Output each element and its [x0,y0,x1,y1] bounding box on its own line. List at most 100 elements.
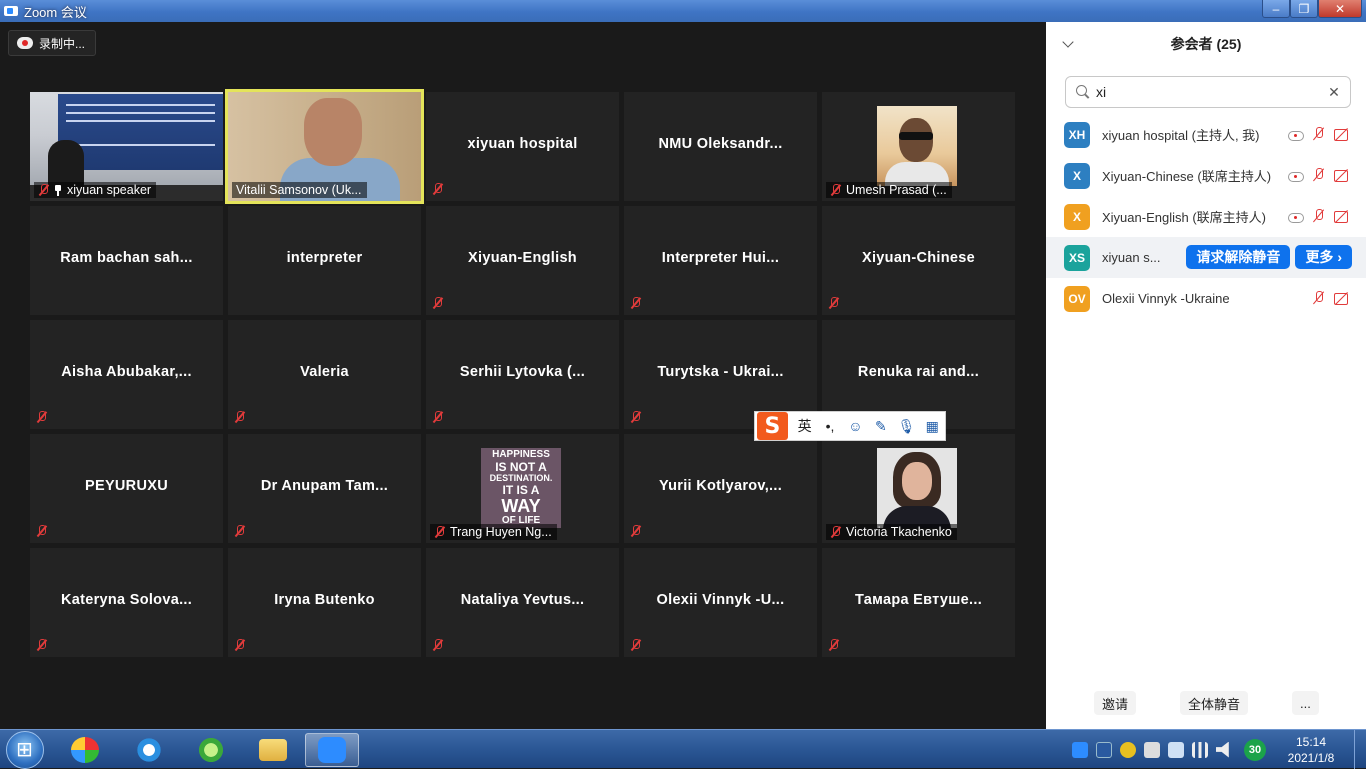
more-button[interactable]: 更多 › [1295,245,1352,269]
zoom-tray-icon[interactable] [1072,741,1088,758]
restore-button[interactable]: ❐ [1290,0,1318,18]
clear-search-icon[interactable]: ✕ [1328,85,1340,99]
signal-icon[interactable] [1192,741,1208,758]
mic-muted-icon [432,411,443,423]
video-tile[interactable]: Aisha Abubakar,... [30,320,223,429]
system-clock[interactable]: 15:14 2021/1/8 [1274,734,1348,766]
ime-punct-toggle[interactable]: •, [822,417,837,435]
taskbar-app-browser[interactable] [184,733,238,767]
camera-off-icon[interactable] [1334,168,1352,182]
video-tile[interactable]: Serhii Lytovka (... [426,320,619,429]
grid-icon[interactable]: ▦ [925,417,940,435]
sunglasses [899,132,933,140]
mic-muted-icon[interactable] [1312,168,1326,182]
video-tile[interactable]: xiyuan speaker [30,92,223,201]
mic-muted-icon [630,639,641,651]
participant-row[interactable]: X Xiyuan-Chinese (联席主持人) [1046,155,1366,196]
sogou-logo-icon[interactable]: S [757,412,788,440]
video-tile[interactable]: Nataliya Yevtus... [426,548,619,657]
participant-row[interactable]: X Xiyuan-English (联席主持人) [1046,196,1366,237]
camera-off-icon[interactable] [1334,291,1352,305]
cloud-record-icon [1288,170,1304,182]
volume-icon[interactable] [1216,741,1229,758]
emoji-icon[interactable]: ☺ [848,417,863,435]
mute-all-button[interactable]: 全体静音 [1180,691,1249,715]
video-tile[interactable]: Xiyuan-English [426,206,619,315]
video-tile[interactable]: xiyuan hospital [426,92,619,201]
ime-toolbar[interactable]: S 英 •, ☺ ✎ 🎙 ▦ [754,411,946,441]
participant-name: Aisha Abubakar,... [61,364,192,380]
mic-muted-icon [630,525,641,537]
video-tile[interactable]: Valeria [228,320,421,429]
mic-muted-icon[interactable] [1312,127,1326,141]
minimize-button[interactable]: ‒ [1262,0,1290,18]
network-tray-icon[interactable] [1168,741,1184,758]
bluetooth-icon[interactable] [1096,741,1112,758]
ime-lang-toggle[interactable]: 英 [797,417,812,435]
video-tile[interactable]: Тамара Евтуше... [822,548,1015,657]
invite-button[interactable]: 邀请 [1094,691,1137,715]
video-tile[interactable]: Olexii Vinnyk -U... [624,548,817,657]
video-tile[interactable]: interpreter [228,206,421,315]
mic-icon[interactable]: 🎙 [898,417,916,435]
video-tile[interactable]: Interpreter Hui... [624,206,817,315]
participant-name: Xiyuan-Chinese (联席主持人) [1102,169,1272,184]
video-tile[interactable]: Yurii Kotlyarov,... [624,434,817,543]
video-tile[interactable]: Xiyuan-Chinese [822,206,1015,315]
mic-muted-icon [234,639,245,651]
camera-off-icon[interactable] [1334,209,1352,223]
video-tile[interactable]: Umesh Prasad (... [822,92,1015,201]
camera-off-icon[interactable] [1334,127,1352,141]
video-tile[interactable]: PEYURUXU [30,434,223,543]
participant-name: Umesh Prasad (... [846,183,947,197]
start-button[interactable] [6,731,44,769]
colorful-app-icon [71,737,99,763]
profile-picture [877,448,957,528]
brush-icon[interactable]: ✎ [873,417,888,435]
taskbar-app-explorer[interactable] [246,733,300,767]
windows-taskbar: 30 15:14 2021/1/8 [0,729,1366,769]
participant-row[interactable]: XS xiyuan s... 请求解除静音 更多 › [1046,237,1366,278]
mic-muted-icon [432,297,443,309]
participant-row[interactable]: OV Olexii Vinnyk -Ukraine [1046,278,1366,319]
mic-muted-icon[interactable] [1312,209,1326,223]
video-tile[interactable]: NMU Oleksandr... [624,92,817,201]
pin-icon [54,184,62,196]
security-tray-icon[interactable] [1120,741,1136,758]
participants-panel: 参会者 (25) ✕ XH xiyuan hospital (主持人, 我) X Xi… [1046,22,1366,729]
avatar: X [1064,203,1090,230]
video-tile[interactable]: Dr Anupam Tam... [228,434,421,543]
show-desktop-button[interactable] [1354,730,1366,769]
video-tile[interactable]: Iryna Butenko [228,548,421,657]
video-tile[interactable]: Kateryna Solova... [30,548,223,657]
participant-name: Turytska - Ukrai... [657,364,784,380]
device-tray-icon[interactable] [1144,741,1160,758]
mic-muted-icon [36,411,47,423]
video-tile[interactable]: Victoria Tkachenko [822,434,1015,543]
participant-name: NMU Oleksandr... [658,136,783,152]
video-tile[interactable]: Vitalii Samsonov (Uk... [225,89,424,204]
mic-muted-icon[interactable] [1312,291,1326,305]
participant-row[interactable]: XH xiyuan hospital (主持人, 我) [1046,114,1366,155]
video-tile[interactable]: Ram bachan sah... [30,206,223,315]
participant-search-input[interactable] [1096,84,1316,100]
taskbar-app-photos[interactable] [58,733,112,767]
more-options-button[interactable]: ... [1292,691,1319,715]
participant-nameplate: Vitalii Samsonov (Uk... [232,182,367,198]
participant-name: Valeria [300,364,349,380]
participant-name: PEYURUXU [85,478,168,494]
cloud-record-icon [17,37,33,49]
participants-title: 参会者 (25) [1170,36,1242,52]
mic-muted-icon [432,183,443,195]
close-button[interactable]: ✕ [1318,0,1362,18]
recording-label: 录制中... [39,36,86,51]
participant-search-box[interactable]: ✕ [1065,76,1351,108]
video-tile[interactable]: HAPPINESS IS NOT A DESTINATION. IT IS A WAY O… [426,434,619,543]
mic-muted-icon [828,297,839,309]
recording-indicator[interactable]: 录制中... [8,30,97,56]
tray-badge[interactable]: 30 [1244,738,1266,761]
ask-unmute-button[interactable]: 请求解除静音 [1186,245,1291,269]
status-icons [1288,127,1352,141]
taskbar-app-zoom[interactable] [305,733,359,767]
taskbar-app-ie[interactable] [122,733,176,767]
